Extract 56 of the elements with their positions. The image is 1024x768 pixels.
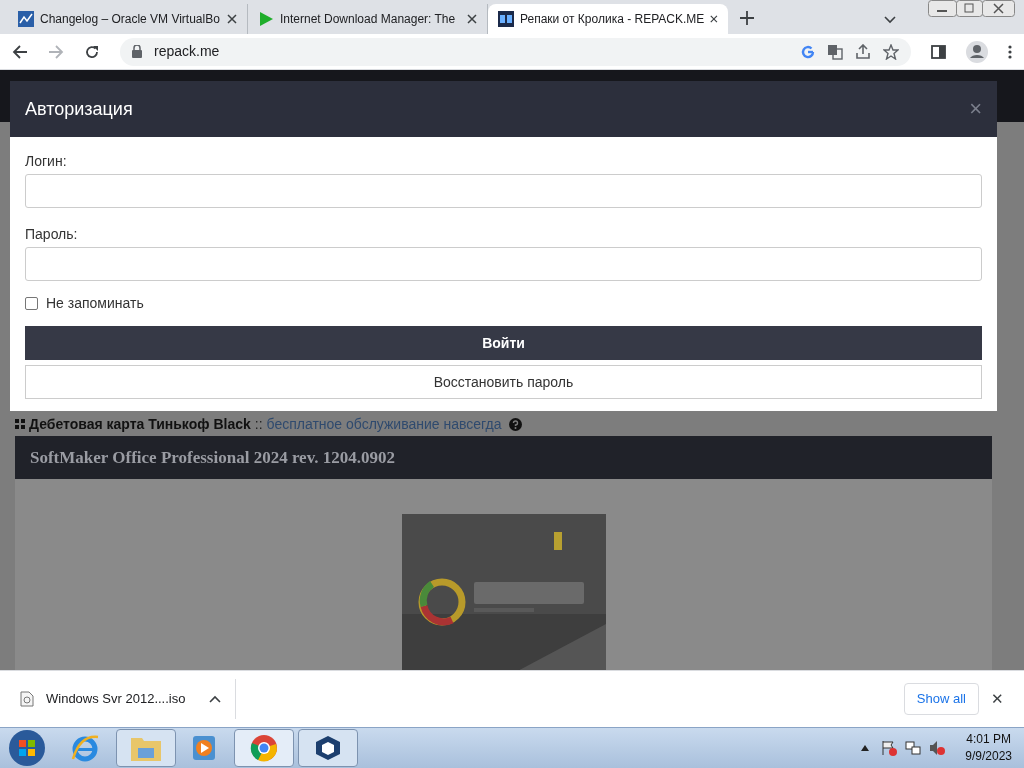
network-icon[interactable] <box>905 740 922 756</box>
lock-icon <box>132 45 142 58</box>
menu-icon[interactable] <box>1008 44 1012 59</box>
close-icon[interactable] <box>710 14 718 24</box>
login-button[interactable]: Войти <box>25 326 982 360</box>
browser-tab[interactable]: Репаки от Кролика - REPACK.ME <box>488 4 728 34</box>
reload-icon[interactable] <box>84 43 100 60</box>
close-icon[interactable] <box>467 14 477 24</box>
taskbar-button[interactable] <box>298 729 358 767</box>
back-icon[interactable] <box>12 43 28 60</box>
site-logo-icon <box>498 11 514 27</box>
close-button[interactable]: ✕ <box>991 687 1004 711</box>
close-icon[interactable] <box>227 14 237 24</box>
promo-title: Дебетовая карта Тинькоф Black <box>29 414 251 434</box>
field-label: Пароль: <box>25 225 79 244</box>
download-filename: Windows Svr 2012....iso <box>46 690 186 709</box>
chrome-icon <box>250 734 278 762</box>
promo-separator: :: <box>254 414 263 434</box>
url-text: repack.me <box>154 42 221 61</box>
chart-icon <box>18 11 34 27</box>
speaker-muted-icon[interactable] <box>929 740 946 756</box>
profile-icon[interactable] <box>966 40 988 63</box>
file-icon <box>20 691 34 707</box>
download-item[interactable]: Windows Svr 2012....iso <box>20 679 236 719</box>
clock-date[interactable]: 9/9/2023 <box>965 748 1012 765</box>
new-tab-icon[interactable] <box>740 11 754 25</box>
cube-icon <box>314 734 342 762</box>
address-field[interactable]: repack.me <box>120 37 911 66</box>
media-player-icon[interactable] <box>192 734 218 762</box>
restore-password-button[interactable]: Восстановить пароль <box>25 365 982 399</box>
play-icon <box>258 11 274 27</box>
flag-icon[interactable] <box>881 740 898 756</box>
share-icon[interactable] <box>855 43 871 60</box>
checkbox-label: Не запоминать <box>46 294 144 313</box>
sidebar-icon[interactable] <box>931 44 946 59</box>
grid-icon <box>15 419 25 429</box>
window-controls-icon[interactable] <box>928 0 1016 18</box>
post-title[interactable]: SoftMaker Office Professional 2024 rev. 1204.0902 <box>30 444 395 471</box>
start-icon[interactable] <box>8 729 46 767</box>
checkbox[interactable] <box>25 297 38 310</box>
tray-arrow-icon[interactable] <box>861 745 870 751</box>
chevron-down-icon[interactable] <box>884 16 896 24</box>
chevron-up-icon[interactable] <box>209 695 222 703</box>
input-field[interactable] <box>25 247 982 281</box>
help-icon <box>509 417 523 431</box>
field-label: Логин: <box>25 152 68 171</box>
star-icon[interactable] <box>883 43 899 60</box>
dialog-title: Авторизация <box>25 97 133 121</box>
show-all-button[interactable]: Show all <box>903 683 979 715</box>
clock-time[interactable]: 4:01 PM <box>966 731 1011 748</box>
google-icon[interactable] <box>801 44 815 59</box>
tab-title: Репаки от Кролика - REPACK.ME <box>520 11 705 28</box>
tab-title: Changelog – Oracle VM VirtualBo <box>40 11 221 28</box>
translate-icon[interactable] <box>827 43 843 60</box>
input-field[interactable] <box>25 174 982 208</box>
tab-title: Internet Download Manager: The <box>280 11 457 28</box>
